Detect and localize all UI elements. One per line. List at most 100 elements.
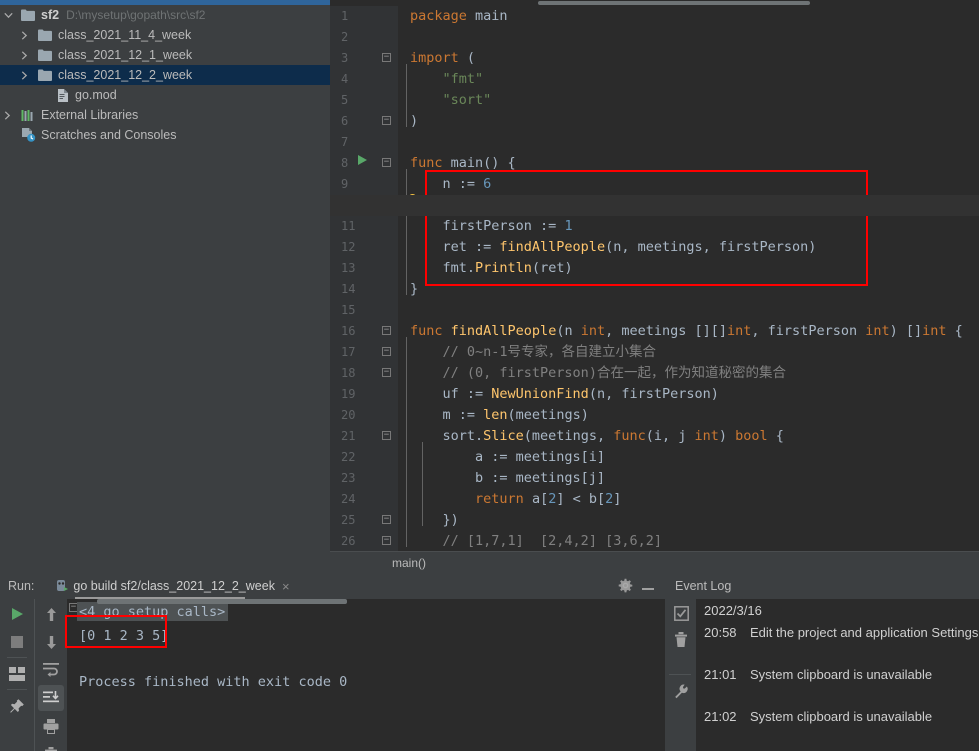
code-line[interactable]: firstPerson := 1 xyxy=(398,216,573,237)
code-line[interactable]: a := meetings[i] xyxy=(398,447,605,468)
chevron-right-icon[interactable] xyxy=(21,50,36,60)
tree-item-scratches-and-consoles[interactable]: Scratches and Consoles xyxy=(0,125,330,145)
code-line[interactable]: "fmt" xyxy=(398,69,484,90)
event-log-entries[interactable]: 2022/3/16 20:58 Edit the project and appli… xyxy=(696,599,979,751)
code-fold-toggle[interactable]: − xyxy=(382,536,391,545)
console-finished-line: Process finished with exit code 0 xyxy=(79,674,348,690)
toolbar-separator xyxy=(7,689,27,690)
line-number: 11 xyxy=(341,219,356,233)
breadcrumb[interactable]: main() xyxy=(330,551,979,573)
code-line[interactable]: fmt.Println(ret) xyxy=(398,258,573,279)
code-line[interactable]: ret := findAllPeople(n, meetings, firstP… xyxy=(398,237,817,258)
code-line[interactable]: uf := NewUnionFind(n, firstPerson) xyxy=(398,384,719,405)
code-line[interactable]: // 0~n-1号专家，各自建立小集合 xyxy=(398,342,657,363)
code-line[interactable] xyxy=(398,27,410,48)
run-configuration-tab[interactable]: go build sf2/class_2021_12_2_week × xyxy=(51,573,293,599)
project-tool-window: sf2 D:\mysetup\gopath\src\sf2 class_2021_1… xyxy=(0,0,330,551)
editor-code-area[interactable]: package main import ( "fmt" "sort") func m… xyxy=(398,0,979,551)
code-line[interactable]: // (0, firstPerson)合在一起，作为知道秘密的集合 xyxy=(398,363,786,384)
tree-item-class-2021-12-1-week[interactable]: class_2021_12_1_week xyxy=(0,45,330,65)
code-line[interactable]: ) xyxy=(398,111,418,132)
run-tool-window-header: Run: go build sf2/class_2021_12_2_week × xyxy=(0,573,665,599)
run-gutter-icon[interactable] xyxy=(358,155,367,165)
editor-scrollbar-thumb[interactable] xyxy=(538,1,810,5)
tree-item-sf2[interactable]: sf2 D:\mysetup\gopath\src\sf2 xyxy=(0,5,330,25)
code-line[interactable]: func main() { xyxy=(398,153,516,174)
code-editor[interactable]: 1234567891011121314151617181920212223242… xyxy=(330,0,979,551)
gear-icon[interactable] xyxy=(618,578,633,593)
code-line[interactable]: import ( xyxy=(398,48,475,69)
code-line[interactable]: return a[2] < b[2] xyxy=(398,489,621,510)
run-tool-window: Run: go build sf2/class_2021_12_2_week × xyxy=(0,573,665,751)
code-fold-toggle[interactable]: − xyxy=(382,431,391,440)
run-console[interactable]: − <4 go setup calls> [0 1 2 3 5] Process… xyxy=(67,599,665,751)
tree-item-class-2021-12-2-week[interactable]: class_2021_12_2_week xyxy=(0,65,330,85)
code-line[interactable]: // [1,7,1] [2,4,2] [3,6,2] xyxy=(398,531,662,552)
line-number: 5 xyxy=(341,93,349,107)
libraries-icon xyxy=(19,109,37,122)
tree-item-label: Scratches and Consoles xyxy=(41,128,177,142)
tree-item-class-2021-11-4-week[interactable]: class_2021_11_4_week xyxy=(0,25,330,45)
console-horizontal-scrollbar[interactable] xyxy=(97,599,347,604)
chevron-right-icon[interactable] xyxy=(21,70,36,80)
code-fold-toggle[interactable]: − xyxy=(382,347,391,356)
code-line[interactable]: n := 6 xyxy=(398,174,492,195)
code-fold-toggle[interactable]: − xyxy=(382,515,391,524)
soft-wrap-icon[interactable] xyxy=(38,657,64,683)
event-log-message[interactable]: System clipboard is unavailable xyxy=(750,667,932,682)
toolbar-separator xyxy=(7,657,27,658)
close-icon[interactable]: × xyxy=(275,579,290,594)
code-fold-toggle[interactable]: − xyxy=(382,116,391,125)
event-log-message[interactable]: Edit the project and application Setting… xyxy=(750,625,978,640)
line-number: 20 xyxy=(341,408,356,422)
line-number: 22 xyxy=(341,450,356,464)
layout-button[interactable] xyxy=(4,661,30,687)
chevron-right-icon[interactable] xyxy=(21,30,36,40)
code-line[interactable]: "sort" xyxy=(398,90,492,111)
minimize-icon[interactable] xyxy=(642,588,654,590)
tree-item-go-mod[interactable]: go.mod xyxy=(0,85,330,105)
indent-guide xyxy=(406,64,407,127)
code-line[interactable]: } xyxy=(398,279,418,300)
event-log-title: Event Log xyxy=(675,579,732,593)
code-line[interactable]: sort.Slice(meetings, func(i, j int) bool… xyxy=(398,426,784,447)
arrow-up-icon[interactable] xyxy=(38,601,64,627)
folder-icon xyxy=(36,49,54,61)
stop-button[interactable] xyxy=(4,629,30,655)
chevron-right-icon[interactable] xyxy=(4,110,19,120)
code-line[interactable]: func findAllPeople(n int, meetings [][]i… xyxy=(398,321,963,342)
rerun-button[interactable] xyxy=(4,601,30,627)
event-log-message[interactable]: System clipboard is unavailable xyxy=(750,709,932,724)
trash-icon[interactable] xyxy=(38,741,64,751)
scroll-to-end-icon[interactable] xyxy=(38,685,64,711)
arrow-down-icon[interactable] xyxy=(38,629,64,655)
code-line[interactable]: }) xyxy=(398,510,459,531)
code-fold-toggle[interactable]: − xyxy=(382,326,391,335)
code-fold-toggle[interactable]: − xyxy=(382,368,391,377)
tree-item-label: go.mod xyxy=(75,88,117,102)
project-tree[interactable]: sf2 D:\mysetup\gopath\src\sf2 class_2021_1… xyxy=(0,5,330,145)
code-fold-toggle[interactable]: − xyxy=(382,158,391,167)
code-line[interactable] xyxy=(398,132,410,153)
run-toolbar-right xyxy=(34,599,67,751)
code-line[interactable]: b := meetings[j] xyxy=(398,468,605,489)
pin-icon[interactable] xyxy=(4,693,30,719)
run-tab-label[interactable]: go build sf2/class_2021_12_2_week xyxy=(68,579,275,593)
code-line[interactable]: package main xyxy=(398,6,508,27)
code-line[interactable]: m := len(meetings) xyxy=(398,405,589,426)
tree-item-external-libraries[interactable]: External Libraries xyxy=(0,105,330,125)
scratches-icon xyxy=(19,128,37,142)
line-number: 2 xyxy=(341,30,349,44)
code-line[interactable] xyxy=(398,300,410,321)
wrench-icon[interactable] xyxy=(669,679,693,703)
chevron-down-icon[interactable] xyxy=(4,12,19,19)
editor-gutter[interactable]: 1234567891011121314151617181920212223242… xyxy=(330,0,398,551)
breadcrumb-label[interactable]: main() xyxy=(330,556,426,570)
editor-horizontal-scrollbar[interactable] xyxy=(330,0,979,6)
trash-icon[interactable] xyxy=(669,627,693,651)
code-fold-toggle[interactable]: − xyxy=(382,53,391,62)
folder-icon xyxy=(19,9,37,21)
checkbox-icon[interactable] xyxy=(669,601,693,625)
line-number: 12 xyxy=(341,240,356,254)
print-icon[interactable] xyxy=(38,713,64,739)
